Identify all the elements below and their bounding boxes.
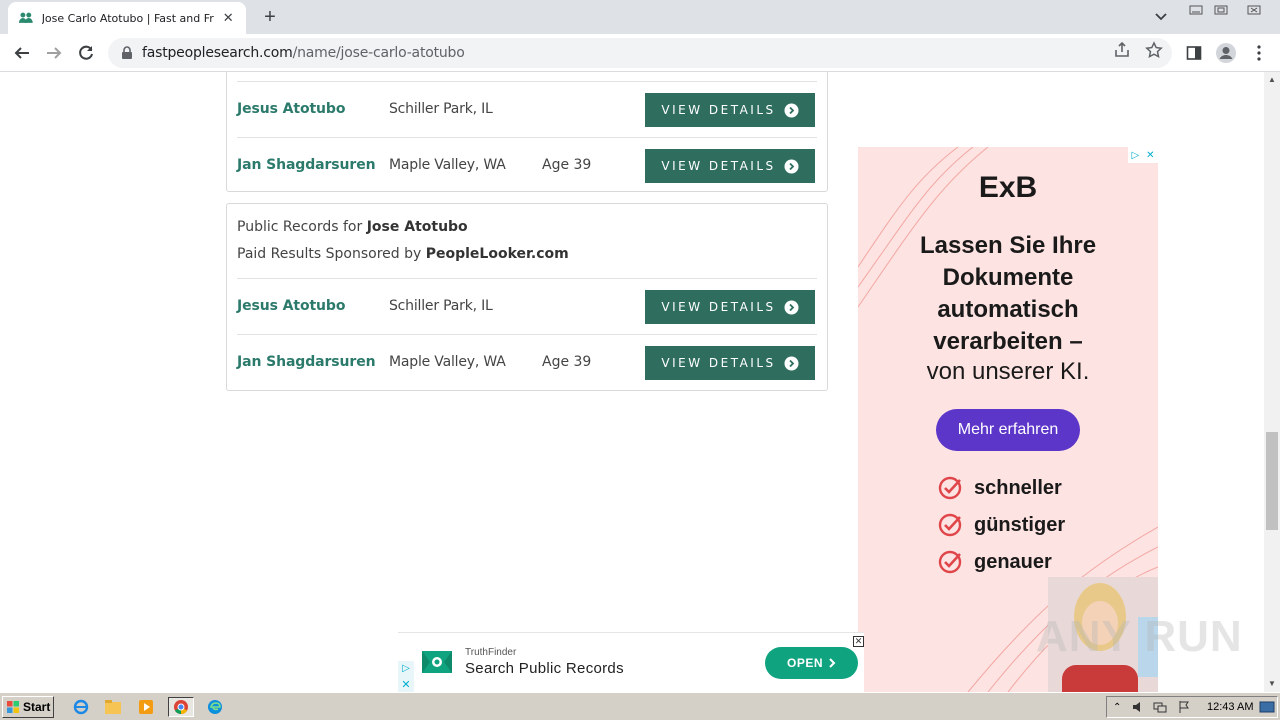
tab-close-icon[interactable]: ✕ <box>220 10 236 26</box>
check-circle-icon <box>938 476 962 500</box>
banner-close-icon[interactable]: ✕ <box>853 636 864 647</box>
person-name-link[interactable]: Jan Shagdarsuren <box>237 354 376 370</box>
ad-close-icon[interactable]: ✕ <box>1146 150 1154 161</box>
ad-subline: von unserer KI. <box>926 358 1090 385</box>
address-bar[interactable]: fastpeoplesearch.com/name/jose-carlo-ato… <box>108 38 1172 68</box>
speaker-icon[interactable] <box>1131 700 1145 714</box>
scroll-up-arrow-icon[interactable]: ▲ <box>1264 72 1280 88</box>
forward-arrow-icon[interactable] <box>42 41 66 65</box>
check-circle-icon <box>938 513 962 537</box>
result-row: Jesus Atotubo Schiller Park, IL VIEW DET… <box>237 278 817 334</box>
arrow-circle-icon <box>784 159 799 173</box>
result-row: Jesus Atotubo Schiller Park, IL VIEW DET… <box>237 81 817 137</box>
chevron-right-icon <box>829 658 836 668</box>
ad-bullet: genauer <box>938 549 1052 575</box>
media-player-icon[interactable] <box>135 697 157 717</box>
ad-bullet: günstiger <box>938 512 1065 538</box>
banner-ad-info-icon[interactable]: ▷ <box>398 661 414 677</box>
banner-ad-dismiss-icon[interactable]: ✕ <box>398 677 414 692</box>
side-panel-icon[interactable] <box>1184 43 1204 63</box>
tab-search-chevron-icon[interactable] <box>1151 8 1171 26</box>
view-details-button[interactable]: VIEW DETAILS <box>645 290 815 324</box>
ad-headline: Lassen Sie Ihre Dokumente automatisch ve… <box>919 232 1097 355</box>
person-location: Maple Valley, WA <box>389 354 506 370</box>
public-records-heading: Public Records for Jose Atotubo <box>237 219 468 235</box>
watermark: ANY RUN <box>1036 612 1243 661</box>
windows-flag-icon <box>7 701 19 713</box>
result-row: Jan Shagdarsuren Maple Valley, WA Age 39… <box>237 137 817 193</box>
person-location: Maple Valley, WA <box>389 157 506 173</box>
chrome-taskbar-icon[interactable] <box>168 697 194 717</box>
person-location: Schiller Park, IL <box>389 298 493 314</box>
scroll-thumb[interactable] <box>1266 432 1278 530</box>
browser-menu-icon[interactable] <box>1249 43 1269 63</box>
file-explorer-icon[interactable] <box>102 697 124 717</box>
reload-icon[interactable] <box>74 41 98 65</box>
view-details-button[interactable]: VIEW DETAILS <box>645 149 815 183</box>
start-button[interactable]: Start <box>2 696 54 718</box>
lock-icon[interactable] <box>120 46 134 60</box>
action-center-flag-icon[interactable] <box>1177 700 1191 714</box>
new-tab-button[interactable]: + <box>258 6 282 30</box>
page-viewport: Jesus Atotubo Schiller Park, IL VIEW DET… <box>0 72 1264 692</box>
bookmark-star-icon[interactable] <box>1145 41 1163 59</box>
view-details-button[interactable]: VIEW DETAILS <box>645 346 815 380</box>
tab-strip: Jose Carlo Atotubo | Fast and Free Peopl… <box>0 0 1280 34</box>
side-display-ad[interactable]: ▷ ✕ ExB Lassen Sie Ihre Dokumente automa… <box>858 147 1158 692</box>
share-icon[interactable] <box>1113 41 1131 59</box>
taskbar: Start ⌃ 12:43 AM <box>0 692 1280 720</box>
arrow-circle-icon <box>784 300 799 314</box>
sponsor-line: Paid Results Sponsored by PeopleLooker.c… <box>237 246 569 262</box>
profile-avatar-icon[interactable] <box>1215 42 1237 64</box>
arrow-circle-icon <box>784 103 799 117</box>
person-age: Age 39 <box>542 354 592 370</box>
person-name-link[interactable]: Jan Shagdarsuren <box>237 157 376 173</box>
network-icon[interactable] <box>1153 700 1167 714</box>
bottom-banner-ad[interactable]: ▷ ✕ TruthFinder Search Public Records OP… <box>398 632 864 692</box>
person-location: Schiller Park, IL <box>389 101 493 117</box>
person-name-link[interactable]: Jesus Atotubo <box>237 101 345 117</box>
url-text[interactable]: fastpeoplesearch.com/name/jose-carlo-ato… <box>142 45 465 61</box>
banner-headline: Search Public Records <box>465 660 624 677</box>
ad-choices[interactable]: ▷ ✕ <box>1128 147 1158 163</box>
public-records-card: Public Records for Jose Atotubo Paid Res… <box>226 203 828 391</box>
banner-open-button[interactable]: OPEN <box>765 647 858 679</box>
arrow-circle-icon <box>784 356 799 370</box>
internet-explorer-icon[interactable] <box>70 697 92 717</box>
person-name-link[interactable]: Jesus Atotubo <box>237 298 345 314</box>
people-favicon-icon <box>18 12 33 23</box>
ad-info-icon[interactable]: ▷ <box>1131 150 1139 161</box>
close-window-icon[interactable] <box>1238 0 1270 20</box>
edge-icon[interactable] <box>204 697 226 717</box>
scroll-down-arrow-icon[interactable]: ▼ <box>1264 676 1280 692</box>
ad-bullet: schneller <box>938 475 1062 501</box>
tray-clock: 12:43 AM <box>1207 701 1254 713</box>
result-row: Jan Shagdarsuren Maple Valley, WA Age 39… <box>237 334 817 390</box>
page-scrollbar[interactable]: ▲ ▼ <box>1264 72 1280 692</box>
truthfinder-logo-icon <box>422 651 452 673</box>
minimize-icon[interactable] <box>1183 0 1209 20</box>
person-age: Age 39 <box>542 157 592 173</box>
check-circle-icon <box>938 550 962 574</box>
restore-icon[interactable] <box>1208 0 1234 20</box>
show-desktop-icon[interactable] <box>1259 700 1275 714</box>
banner-advertiser: TruthFinder <box>465 647 517 658</box>
ad-brand: ExB <box>978 171 1038 204</box>
browser-toolbar: fastpeoplesearch.com/name/jose-carlo-ato… <box>0 34 1280 72</box>
tab-active[interactable]: Jose Carlo Atotubo | Fast and Free Peopl… <box>8 2 246 34</box>
back-arrow-icon[interactable] <box>10 41 34 65</box>
view-details-button[interactable]: VIEW DETAILS <box>645 93 815 127</box>
tray-expand-icon[interactable]: ⌃ <box>1113 702 1121 713</box>
tab-title: Jose Carlo Atotubo | Fast and Free Peopl… <box>41 11 215 25</box>
system-tray: ⌃ 12:43 AM <box>1106 696 1278 718</box>
ad-cta-button[interactable]: Mehr erfahren <box>936 409 1080 451</box>
results-card: Jesus Atotubo Schiller Park, IL VIEW DET… <box>226 72 828 192</box>
